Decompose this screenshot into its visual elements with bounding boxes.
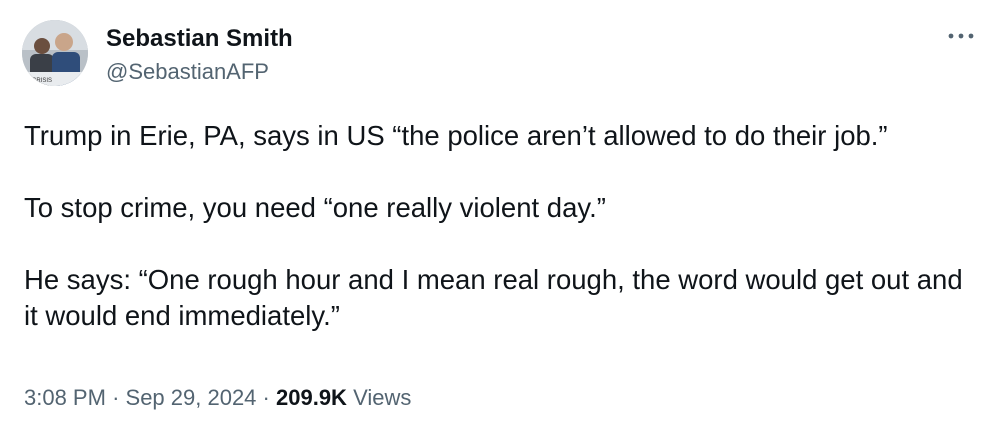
avatar-caption: CRISIS: [32, 78, 52, 84]
tweet-paragraph: Trump in Erie, PA, says in US “the polic…: [24, 120, 888, 151]
tweet-meta: 3:08 PM · Sep 29, 2024 · 209.9K Views: [24, 384, 411, 412]
views-label: Views: [353, 385, 412, 410]
tweet-card: CRISIS Sebastian Smith @SebastianAFP Tru…: [0, 0, 1000, 435]
meta-separator: ·: [112, 385, 126, 410]
more-dots-icon: [948, 33, 974, 39]
meta-separator: ·: [262, 385, 276, 410]
tweet-date[interactable]: Sep 29, 2024: [126, 385, 257, 410]
user-info: Sebastian Smith @SebastianAFP: [106, 24, 293, 86]
avatar[interactable]: CRISIS: [22, 20, 88, 86]
avatar-photo: CRISIS: [22, 20, 88, 86]
user-handle[interactable]: @SebastianAFP: [106, 58, 293, 86]
tweet-paragraph: To stop crime, you need “one really viol…: [24, 192, 606, 223]
display-name[interactable]: Sebastian Smith: [106, 24, 293, 54]
more-options-button[interactable]: [946, 26, 976, 46]
tweet-time[interactable]: 3:08 PM: [24, 385, 106, 410]
tweet-text: Trump in Erie, PA, says in US “the polic…: [24, 118, 979, 334]
tweet-paragraph: He says: “One rough hour and I mean real…: [24, 264, 963, 331]
views-count: 209.9K: [276, 385, 347, 410]
